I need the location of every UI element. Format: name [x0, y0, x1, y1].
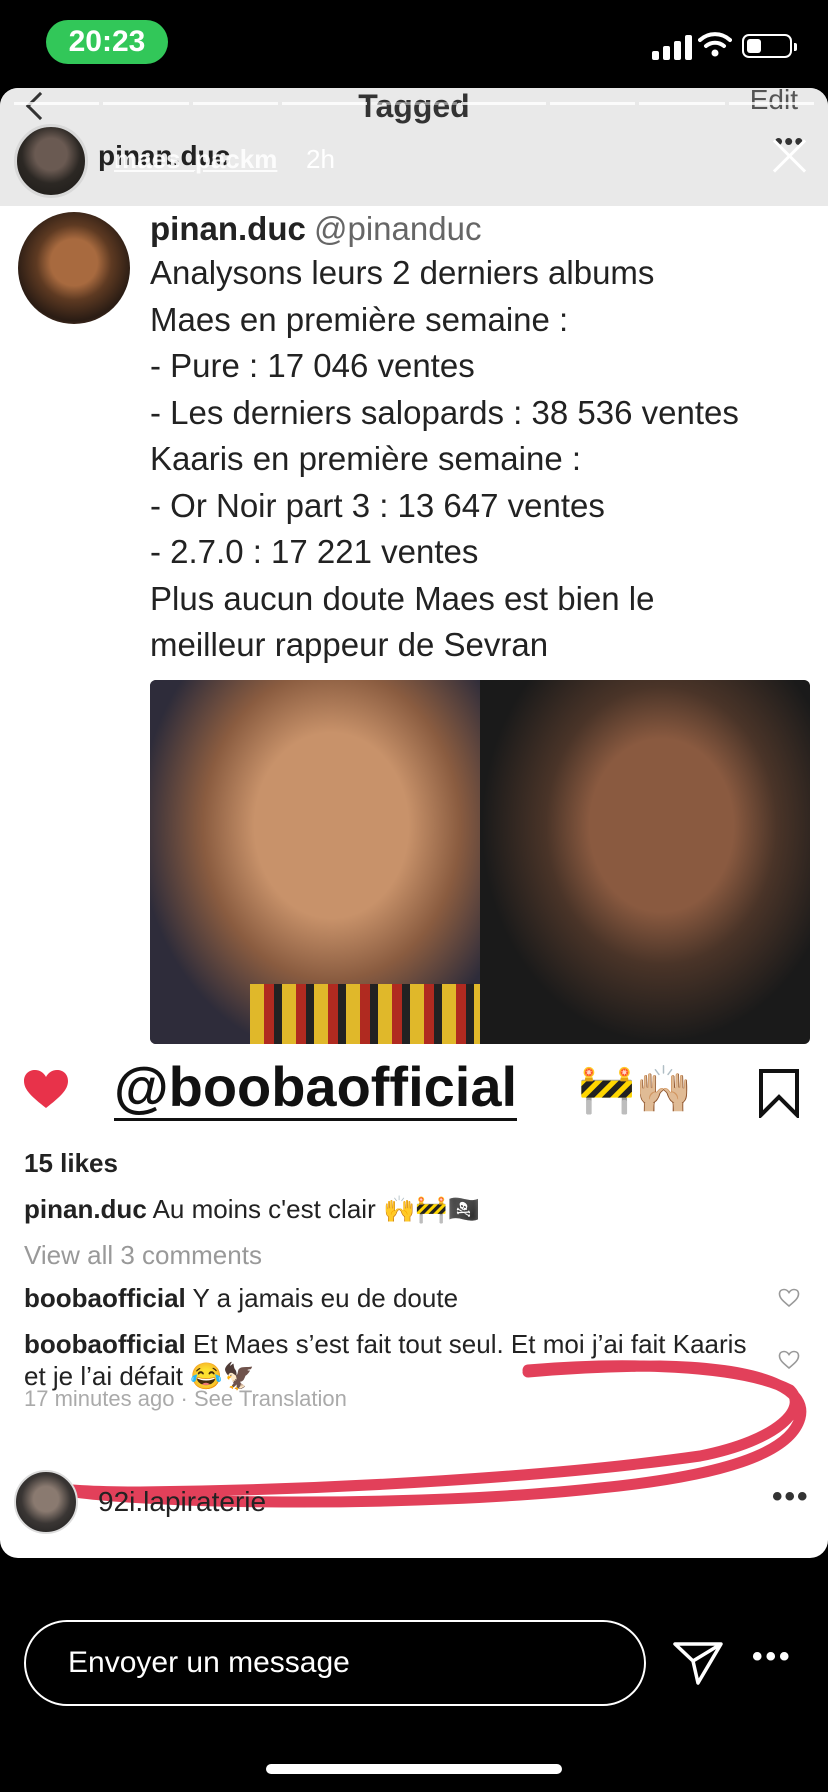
- tweet-line: Maes en première semaine :: [150, 300, 569, 338]
- more-options-icon[interactable]: •••: [772, 1480, 810, 1514]
- page-title: Tagged: [358, 88, 470, 124]
- tweet-line: Analysons leurs 2 derniers albums: [150, 254, 655, 291]
- next-post-username[interactable]: 92i.lapiraterie: [98, 1486, 266, 1518]
- comment: boobaofficial Y a jamais eu de doute: [24, 1282, 754, 1314]
- tweet-line: - Pure : 17 046 ventes: [150, 347, 475, 384]
- mention-emoji: 🚧🙌🏼: [578, 1063, 693, 1115]
- view-all-comments-link[interactable]: View all 3 comments: [24, 1240, 262, 1271]
- tweet-line: - Les derniers salopards : 38 536 ventes: [150, 393, 739, 431]
- tweet-author-handle: @pinanduc: [314, 210, 482, 247]
- comment-heart-icon[interactable]: [778, 1350, 800, 1370]
- message-input[interactable]: Envoyer un message: [24, 1620, 646, 1706]
- tweet-line: Kaaris en première semaine :: [150, 440, 582, 477]
- story-time: 2h: [306, 144, 335, 174]
- home-indicator: [266, 1764, 562, 1774]
- close-icon[interactable]: [770, 136, 810, 176]
- wifi-icon: [698, 32, 732, 57]
- heart-icon[interactable]: [22, 1068, 70, 1110]
- comment-text: Y a jamais eu de doute: [192, 1283, 459, 1313]
- avatar[interactable]: [14, 1470, 78, 1534]
- tweet-author-name: pinan.duc: [150, 210, 306, 247]
- tweet-photos: [150, 680, 810, 1044]
- next-post-header: 92i.lapiraterie •••: [0, 1454, 828, 1558]
- comment-username[interactable]: boobaofficial: [24, 1283, 186, 1313]
- avatar[interactable]: [14, 124, 88, 198]
- caption-username[interactable]: pinan.duc: [24, 1194, 147, 1224]
- story-header: Tagged Edit pinan.duc maes_packm 2h •••: [0, 88, 828, 206]
- tweet-line: meilleur rappeur de Sevran: [150, 626, 549, 663]
- mention-sticker[interactable]: @boobaofficial: [114, 1056, 518, 1121]
- more-options-icon[interactable]: •••: [752, 1640, 793, 1674]
- photo-kaaris: [480, 680, 810, 1044]
- tagged-username[interactable]: maes_packm: [114, 144, 277, 175]
- photo-maes: [150, 680, 480, 1044]
- battery-icon: [742, 34, 797, 58]
- story-progress-bar: [14, 102, 814, 105]
- status-time: 20:23: [46, 20, 168, 64]
- comment-heart-icon[interactable]: [778, 1288, 800, 1308]
- status-bar: 20:23: [0, 0, 828, 88]
- comment: boobaofficial Et Maes s’est fait tout se…: [24, 1328, 754, 1392]
- bookmark-icon[interactable]: [758, 1068, 800, 1118]
- tweet-line: Plus aucun doute Maes est bien le: [150, 579, 655, 617]
- cellular-signal-icon: [652, 34, 692, 60]
- caption-text: Au moins c'est clair 🙌🚧🏴‍☠️: [152, 1194, 481, 1224]
- tweet-line: - Or Noir part 3 : 13 647 ventes: [150, 486, 605, 524]
- tweet-avatar: [18, 212, 130, 324]
- send-icon[interactable]: [672, 1640, 724, 1686]
- comment-meta: 17 minutes ago · See Translation: [24, 1386, 347, 1411]
- tweet-line: - 2.7.0 : 17 221 ventes: [150, 533, 479, 570]
- post-caption: pinan.duc Au moins c'est clair 🙌🚧🏴‍☠️: [24, 1194, 480, 1225]
- story-card: Tagged Edit pinan.duc maes_packm 2h ••• …: [0, 88, 828, 1558]
- tweet-text: Analysons leurs 2 derniers albums Maes e…: [150, 250, 800, 669]
- likes-count[interactable]: 15 likes: [24, 1148, 118, 1179]
- comment-username[interactable]: boobaofficial: [24, 1329, 186, 1359]
